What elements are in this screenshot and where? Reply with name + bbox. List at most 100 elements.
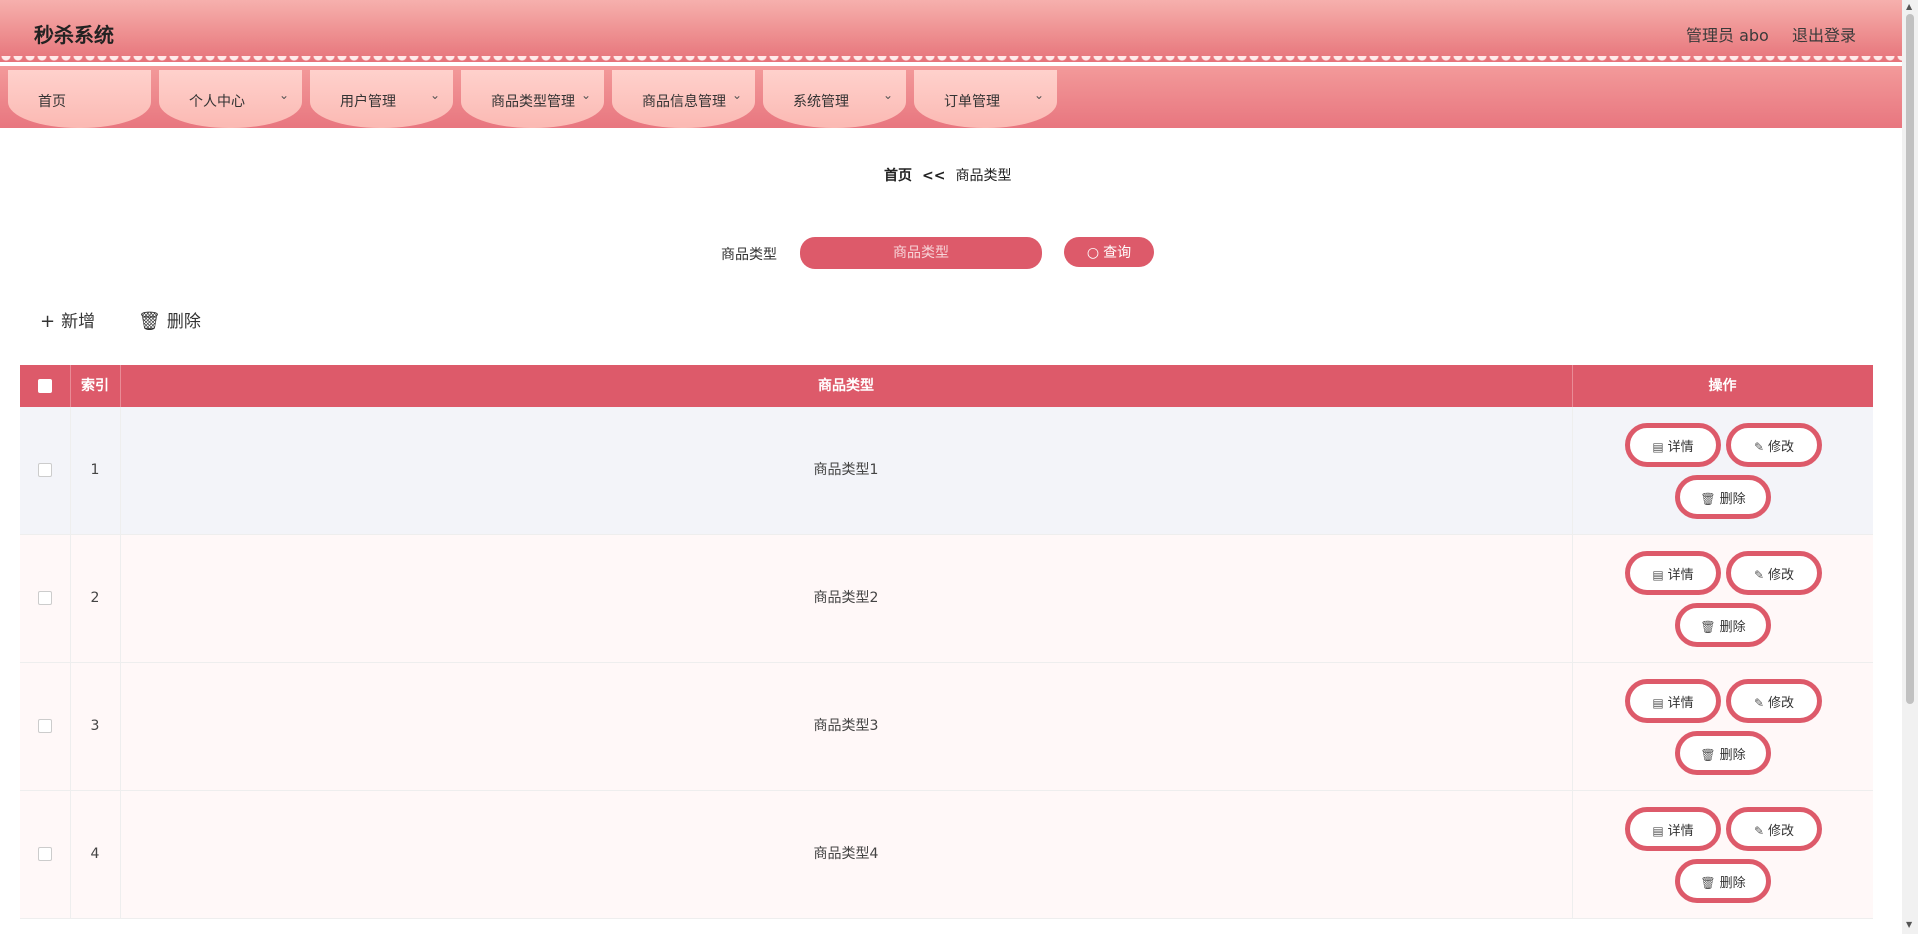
- app-title: 秒杀系统: [34, 23, 114, 47]
- edit-icon: ✎: [1753, 439, 1765, 454]
- scroll-down-arrow-icon[interactable]: ▼: [1906, 920, 1912, 929]
- trash-icon: 🗑: [1700, 875, 1716, 890]
- nav-item-user-management[interactable]: 用户管理 ⌄: [310, 70, 453, 128]
- delete-label: 删除: [1719, 491, 1746, 507]
- detail-button[interactable]: ▤ 详情: [1625, 551, 1721, 595]
- row-checkbox-cell[interactable]: [20, 791, 71, 918]
- detail-button[interactable]: ▤ 详情: [1625, 423, 1721, 467]
- edit-button[interactable]: ✎ 修改: [1726, 423, 1822, 467]
- table-row: 4 商品类型4 ▤ 详情 ✎ 修改 🗑 删除: [20, 791, 1873, 919]
- breadcrumb-current: 商品类型: [955, 168, 1012, 184]
- header-select-all[interactable]: [20, 365, 71, 407]
- row-checkbox[interactable]: [38, 463, 52, 477]
- edit-button[interactable]: ✎ 修改: [1726, 807, 1822, 851]
- nav-item-label: 首页: [38, 94, 66, 110]
- main-nav: 首页 个人中心 ⌄ 用户管理 ⌄ 商品类型管理 ⌄ 商品信息管理 ⌄ 系统管理 …: [0, 66, 1902, 128]
- logout-link[interactable]: 退出登录: [1792, 22, 1856, 46]
- delete-button[interactable]: 🗑 删除: [1675, 731, 1771, 775]
- nav-item-category-management[interactable]: 商品类型管理 ⌄: [461, 70, 604, 128]
- row-actions: ▤ 详情 ✎ 修改 🗑 删除: [1572, 535, 1873, 662]
- nav-item-label: 商品信息管理: [642, 94, 726, 110]
- row-actions: ▤ 详情 ✎ 修改 🗑 删除: [1572, 791, 1873, 918]
- add-button-label: 新增: [61, 312, 96, 332]
- detail-label: 详情: [1667, 823, 1694, 839]
- delete-button[interactable]: 🗑 删除: [1675, 859, 1771, 903]
- delete-button[interactable]: 🗑 删除: [1675, 603, 1771, 647]
- nav-item-label: 商品类型管理: [491, 94, 575, 110]
- document-icon: ▤: [1652, 823, 1664, 838]
- table-row: 3 商品类型3 ▤ 详情 ✎ 修改 🗑 删除: [20, 663, 1873, 791]
- trash-icon: 🗑: [1700, 491, 1716, 506]
- edit-label: 修改: [1768, 823, 1795, 839]
- nav-item-label: 个人中心: [189, 94, 245, 110]
- table-row: 1 商品类型1 ▤ 详情 ✎ 修改 🗑 删除: [20, 407, 1873, 535]
- breadcrumb-home[interactable]: 首页: [884, 168, 912, 184]
- edit-button[interactable]: ✎ 修改: [1726, 551, 1822, 595]
- search-button-label: 查询: [1103, 245, 1132, 261]
- row-checkbox[interactable]: [38, 719, 52, 733]
- table-header: 索引 商品类型 操作: [20, 365, 1873, 407]
- search-button[interactable]: ○ 查询: [1064, 237, 1154, 267]
- chevron-down-icon: ⌄: [1034, 88, 1045, 102]
- row-index: 2: [70, 535, 121, 662]
- breadcrumb: 首页 << 商品类型: [884, 165, 1011, 185]
- detail-label: 详情: [1667, 695, 1694, 711]
- nav-item-label: 系统管理: [793, 94, 849, 110]
- row-index: 1: [70, 407, 121, 534]
- header-index: 索引: [70, 365, 121, 407]
- trash-icon: 🗑: [1700, 619, 1716, 634]
- breadcrumb-separator: <<: [922, 168, 946, 184]
- nav-item-label: 用户管理: [340, 94, 396, 110]
- row-actions: ▤ 详情 ✎ 修改 🗑 删除: [1572, 407, 1873, 534]
- plus-icon: +: [40, 311, 56, 332]
- row-checkbox-cell[interactable]: [20, 535, 71, 662]
- row-checkbox[interactable]: [38, 591, 52, 605]
- row-checkbox[interactable]: [38, 847, 52, 861]
- nav-item-home[interactable]: 首页: [8, 70, 151, 128]
- row-actions: ▤ 详情 ✎ 修改 🗑 删除: [1572, 663, 1873, 790]
- select-all-checkbox[interactable]: [38, 379, 52, 393]
- row-index: 3: [70, 663, 121, 790]
- nav-item-product-management[interactable]: 商品信息管理 ⌄: [612, 70, 755, 128]
- batch-delete-button[interactable]: 🗑 删除: [138, 307, 201, 332]
- nav-item-system-management[interactable]: 系统管理 ⌄: [763, 70, 906, 128]
- nav-item-personal-center[interactable]: 个人中心 ⌄: [159, 70, 302, 128]
- trash-icon: 🗑: [138, 311, 161, 332]
- add-button[interactable]: + 新增: [40, 307, 95, 332]
- document-icon: ▤: [1652, 567, 1664, 582]
- row-type: 商品类型4: [120, 791, 1573, 918]
- row-checkbox-cell[interactable]: [20, 407, 71, 534]
- row-type: 商品类型3: [120, 663, 1573, 790]
- lace-divider: [0, 56, 1902, 66]
- nav-item-order-management[interactable]: 订单管理 ⌄: [914, 70, 1057, 128]
- header-actions: 操作: [1708, 378, 1737, 394]
- chevron-down-icon: ⌄: [581, 88, 592, 102]
- nav-item-label: 订单管理: [944, 94, 1000, 110]
- detail-button[interactable]: ▤ 详情: [1625, 679, 1721, 723]
- delete-button[interactable]: 🗑 删除: [1675, 475, 1771, 519]
- delete-label: 删除: [1719, 747, 1746, 763]
- document-icon: ▤: [1652, 439, 1664, 454]
- page-scrollbar[interactable]: ▲ ▼: [1902, 0, 1918, 934]
- chevron-down-icon: ⌄: [279, 88, 290, 102]
- row-checkbox-cell[interactable]: [20, 663, 71, 790]
- detail-label: 详情: [1667, 567, 1694, 583]
- detail-button[interactable]: ▤ 详情: [1625, 807, 1721, 851]
- row-type: 商品类型1: [120, 407, 1573, 534]
- page: 秒杀系统 管理员 abo 退出登录 首页 个人中心 ⌄ 用户管理 ⌄ 商品类型管…: [0, 0, 1902, 934]
- category-table: 索引 商品类型 操作 1 商品类型1 ▤ 详情 ✎ 修改 🗑 删除 2 商品类型2 ▤…: [20, 365, 1873, 919]
- detail-label: 详情: [1667, 439, 1694, 455]
- edit-icon: ✎: [1753, 695, 1765, 710]
- scroll-up-arrow-icon[interactable]: ▲: [1906, 2, 1912, 11]
- delete-label: 删除: [1719, 875, 1746, 891]
- edit-label: 修改: [1768, 695, 1795, 711]
- edit-icon: ✎: [1753, 567, 1765, 582]
- admin-user-label: 管理员 abo: [1686, 26, 1769, 45]
- edit-button[interactable]: ✎ 修改: [1726, 679, 1822, 723]
- header-type: 商品类型: [120, 365, 1573, 407]
- search-input[interactable]: [800, 237, 1042, 269]
- scrollbar-thumb[interactable]: [1906, 14, 1914, 704]
- edit-label: 修改: [1768, 567, 1795, 583]
- search-icon: ○: [1086, 245, 1100, 261]
- row-index: 4: [70, 791, 121, 918]
